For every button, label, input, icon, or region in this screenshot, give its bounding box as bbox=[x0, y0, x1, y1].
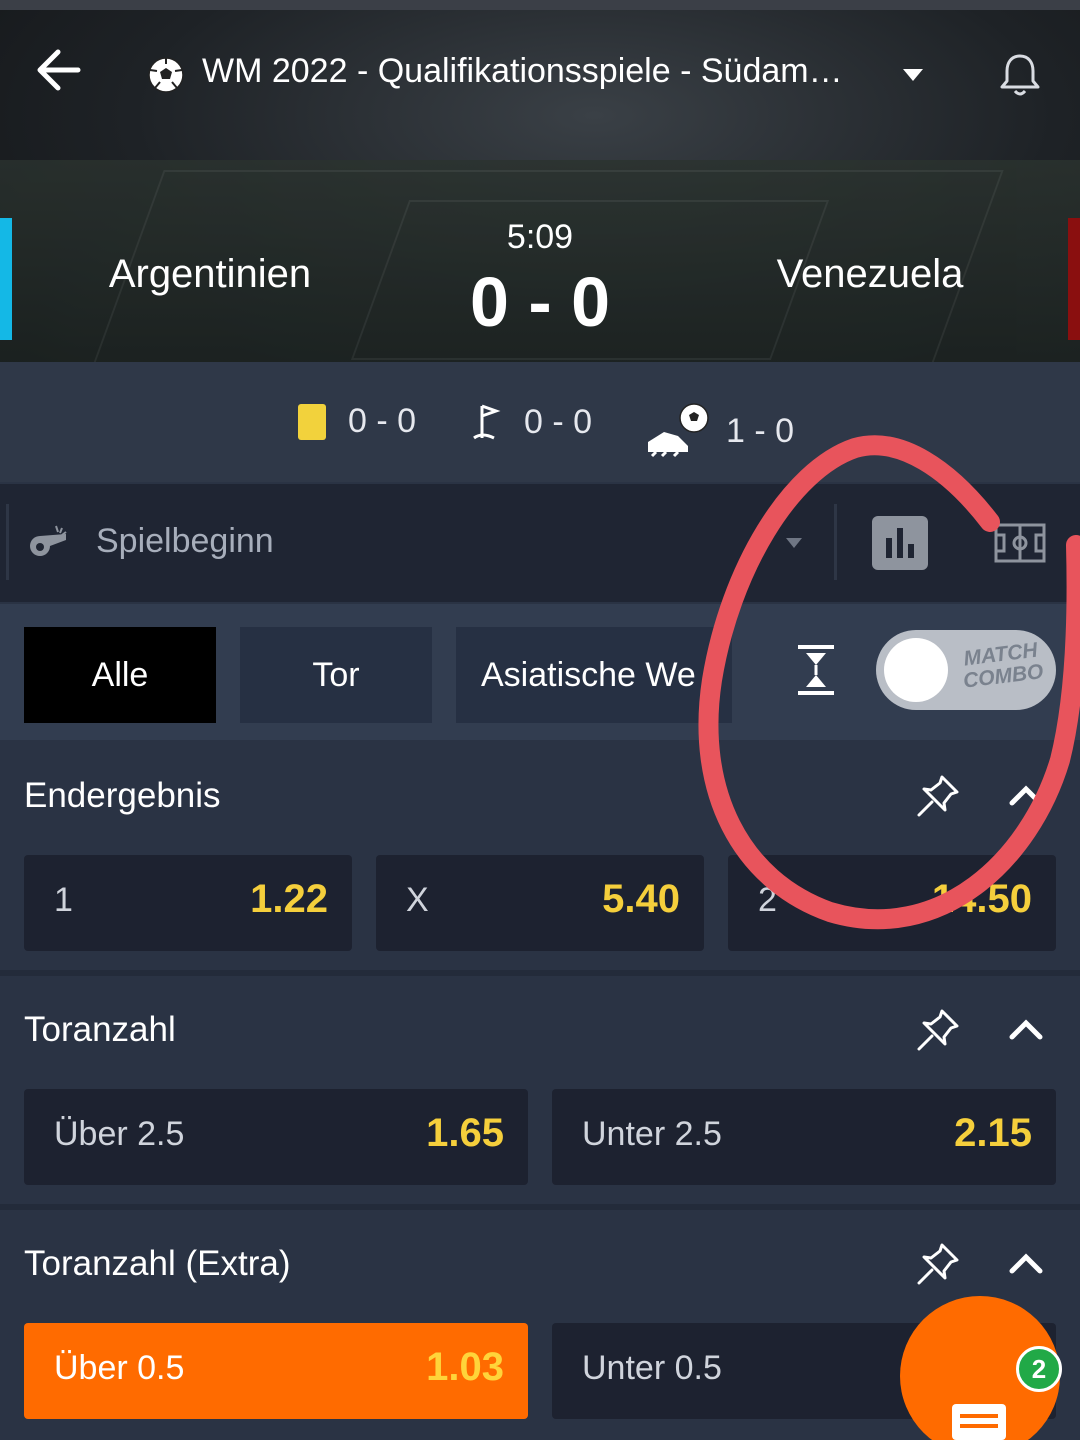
chevron-up-icon[interactable] bbox=[1006, 1010, 1046, 1050]
odd-label: X bbox=[406, 881, 429, 919]
corners-stat: 0 - 0 bbox=[472, 402, 592, 442]
odd-label: Über 2.5 bbox=[54, 1115, 185, 1153]
pin-icon[interactable] bbox=[914, 1006, 962, 1054]
cards-value: 0 - 0 bbox=[348, 402, 417, 440]
home-team-color bbox=[0, 218, 12, 340]
odd-value: 1.22 bbox=[250, 877, 328, 921]
odd-label: Über 0.5 bbox=[54, 1349, 185, 1387]
statistics-button[interactable] bbox=[872, 516, 928, 570]
game-state-label[interactable]: Spielbeginn bbox=[96, 522, 274, 561]
divider bbox=[834, 504, 837, 580]
odd-button[interactable]: X 5.40 bbox=[376, 855, 704, 951]
tab-asiatische-wetten[interactable]: Asiatische We bbox=[456, 627, 732, 723]
odd-value: 2.15 bbox=[954, 1111, 1032, 1155]
match-clock: 5:09 bbox=[506, 218, 574, 256]
tab-alle[interactable]: Alle bbox=[24, 627, 216, 723]
odd-label: 2 bbox=[758, 881, 777, 919]
away-team-name: Venezuela bbox=[776, 252, 964, 296]
odd-label: Unter 2.5 bbox=[582, 1115, 722, 1153]
odd-value: 5.40 bbox=[602, 877, 680, 921]
chevron-up-icon[interactable] bbox=[1006, 1244, 1046, 1284]
odd-label: Unter 0.5 bbox=[582, 1349, 722, 1387]
arrow-left-icon bbox=[37, 49, 81, 91]
boot-ball-icon bbox=[648, 403, 709, 458]
market-section: Endergebnis 1 1.22 X 5.40 2 14.50 bbox=[0, 742, 1080, 970]
kicks-stat: 1 - 0 bbox=[644, 402, 794, 460]
odd-value: 1.03 bbox=[426, 1345, 504, 1389]
away-team-color bbox=[1068, 218, 1080, 340]
toggle-knob bbox=[884, 638, 948, 702]
market-title: Toranzahl bbox=[24, 1010, 176, 1049]
chevron-down-icon[interactable] bbox=[783, 533, 805, 553]
betslip-count-badge: 2 bbox=[1016, 1346, 1062, 1392]
competition-title[interactable]: WM 2022 - Qualifikationsspiele - Südam… bbox=[202, 52, 882, 91]
chevron-down-icon[interactable] bbox=[898, 60, 928, 90]
corners-value: 0 - 0 bbox=[524, 402, 593, 441]
kicks-value: 1 - 0 bbox=[726, 411, 795, 450]
pin-icon[interactable] bbox=[914, 1240, 962, 1288]
cards-stat: 0 - 0 bbox=[298, 402, 416, 441]
market-title: Endergebnis bbox=[24, 776, 221, 815]
odd-button[interactable]: 1 1.22 bbox=[24, 855, 352, 951]
divider bbox=[6, 504, 9, 580]
chevron-up-icon[interactable] bbox=[1006, 776, 1046, 816]
whistle-icon bbox=[30, 525, 67, 556]
betslip-icon bbox=[952, 1404, 1006, 1440]
bell-icon[interactable] bbox=[995, 50, 1045, 100]
match-score: 0 - 0 bbox=[469, 263, 611, 341]
tab-tor[interactable]: Tor bbox=[240, 627, 432, 723]
market-title: Toranzahl (Extra) bbox=[24, 1244, 291, 1283]
odd-button[interactable]: 2 14.50 bbox=[728, 855, 1056, 951]
collapse-all-icon[interactable] bbox=[795, 644, 837, 696]
soccer-ball-icon bbox=[148, 57, 184, 93]
match-combo-label: MATCH COMBO bbox=[961, 638, 1045, 693]
yellow-card-icon bbox=[298, 403, 326, 440]
bar-chart-icon bbox=[886, 528, 914, 558]
odd-label: 1 bbox=[54, 881, 73, 919]
field-icon[interactable] bbox=[994, 523, 1046, 563]
corner-flag-icon bbox=[473, 404, 501, 440]
odd-button[interactable]: Über 2.5 1.65 bbox=[24, 1089, 528, 1185]
pin-icon[interactable] bbox=[914, 772, 962, 820]
odd-value: 14.50 bbox=[931, 877, 1032, 921]
market-section: Toranzahl Über 2.5 1.65 Unter 2.5 2.15 bbox=[0, 976, 1080, 1204]
odd-button[interactable]: Unter 2.5 2.15 bbox=[552, 1089, 1056, 1185]
odd-button-selected[interactable]: Über 0.5 1.03 bbox=[24, 1323, 528, 1419]
home-team-name: Argentinien bbox=[108, 252, 312, 296]
back-button[interactable] bbox=[28, 40, 88, 100]
match-combo-toggle[interactable]: MATCH COMBO bbox=[876, 630, 1056, 710]
top-status-line bbox=[0, 0, 1080, 10]
odd-value: 1.65 bbox=[426, 1111, 504, 1155]
